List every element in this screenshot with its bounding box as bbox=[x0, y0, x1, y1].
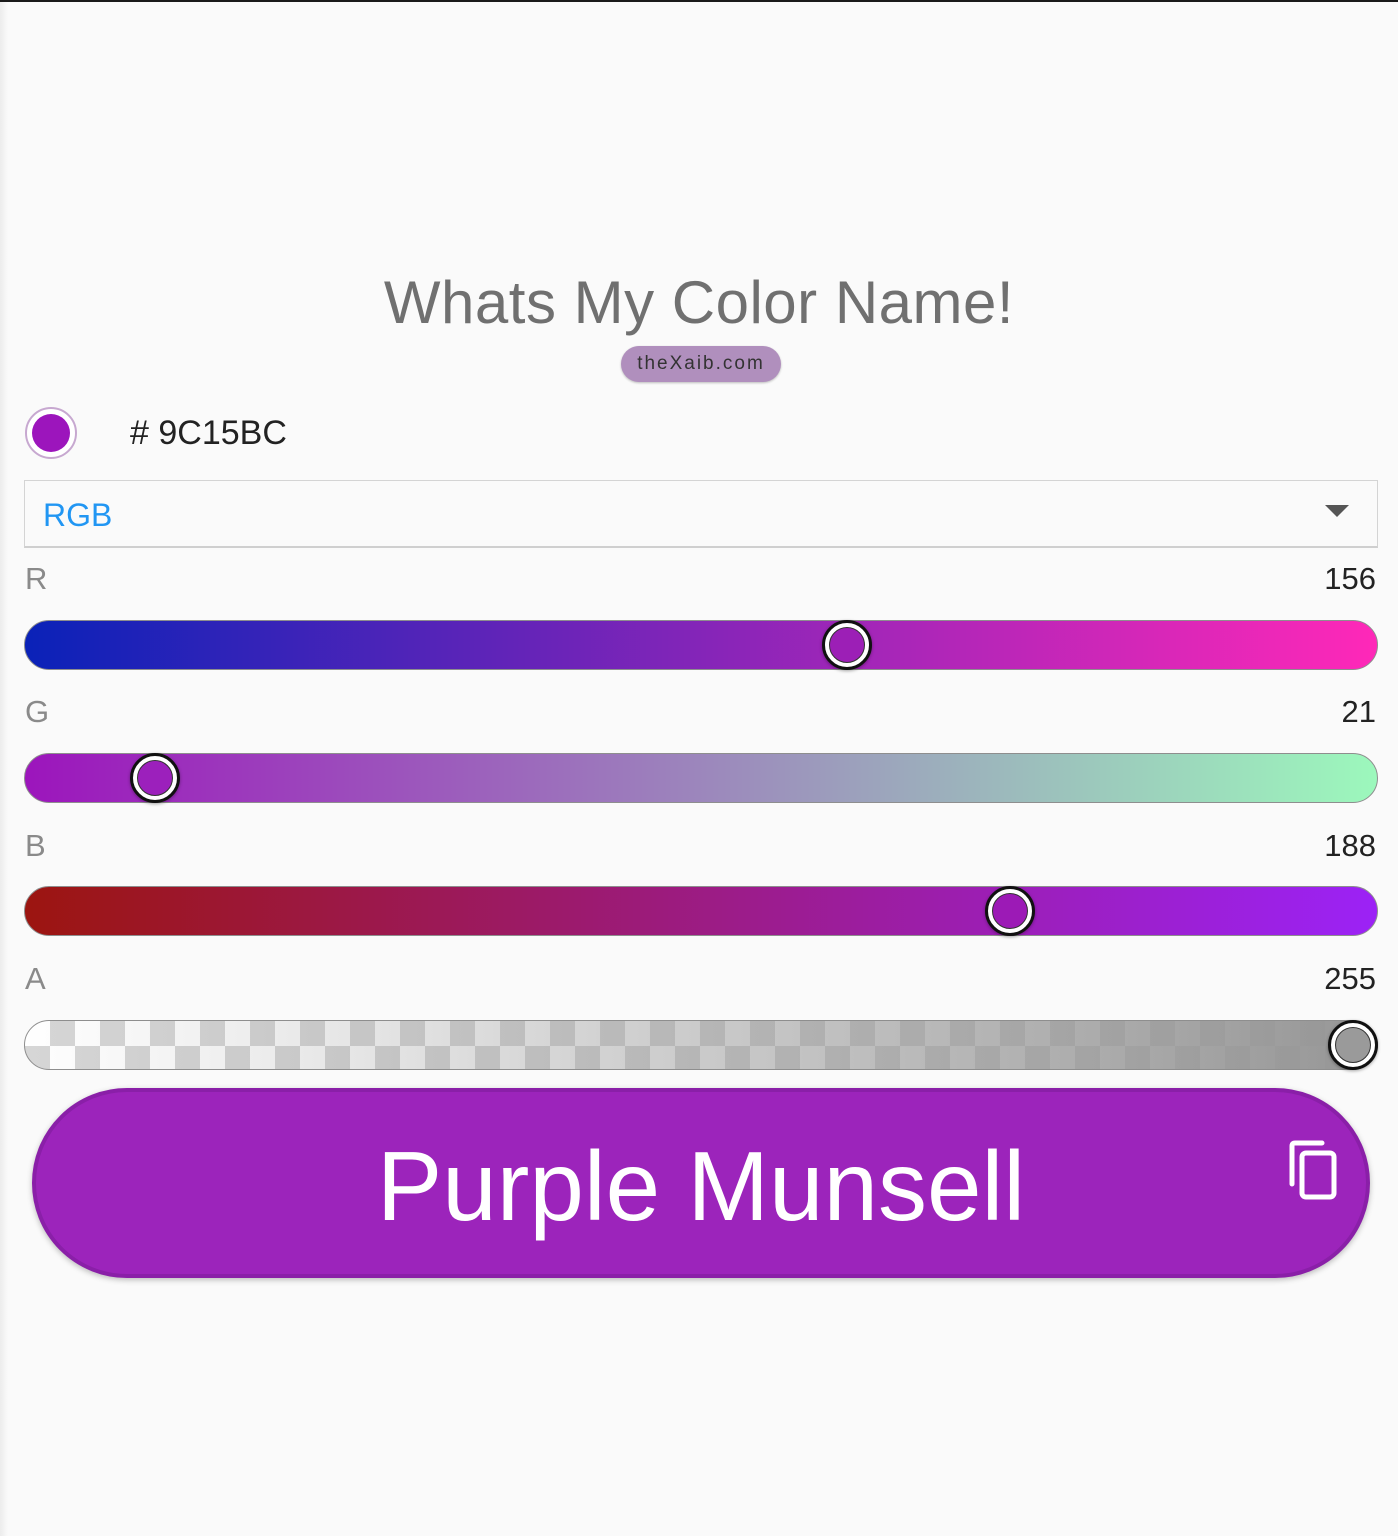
color-mode-value: RGB bbox=[43, 497, 113, 533]
page-title: Whats My Color Name! bbox=[383, 269, 1015, 336]
channel-g-slider[interactable] bbox=[24, 752, 1378, 803]
top-border bbox=[0, 0, 1398, 2]
channel-g-value: 21 bbox=[1341, 694, 1376, 729]
color-swatch-fill bbox=[32, 414, 70, 452]
channel-r-value: 156 bbox=[1324, 561, 1376, 596]
channel-g-label: G bbox=[25, 694, 50, 729]
channel-r-slider-thumb[interactable] bbox=[821, 619, 872, 670]
channel-b-value: 188 bbox=[1324, 828, 1376, 863]
channel-a-value: 255 bbox=[1324, 961, 1376, 996]
channel-r-slider[interactable] bbox=[24, 619, 1378, 670]
channel-b-slider[interactable] bbox=[24, 885, 1378, 936]
channel-a-slider-thumb[interactable] bbox=[1327, 1019, 1378, 1070]
color-name-button[interactable]: Purple Munsell bbox=[32, 1088, 1370, 1278]
color-swatch[interactable] bbox=[25, 407, 77, 459]
chevron-down-icon bbox=[1325, 505, 1349, 517]
channel-b-slider-thumb[interactable] bbox=[984, 885, 1035, 936]
color-mode-dropdown[interactable]: RGB bbox=[24, 480, 1378, 548]
channel-a-slider[interactable] bbox=[24, 1019, 1378, 1070]
copy-icon[interactable] bbox=[1288, 1140, 1338, 1202]
channel-r-label: R bbox=[25, 561, 48, 596]
channel-a-label: A bbox=[25, 961, 46, 996]
channel-g-slider-thumb[interactable] bbox=[130, 752, 181, 803]
site-badge[interactable]: theXaib.com bbox=[621, 346, 781, 382]
channel-b-label: B bbox=[25, 828, 46, 863]
hex-value: # 9C15BC bbox=[130, 414, 287, 452]
color-name: Purple Munsell bbox=[376, 1131, 1026, 1241]
left-edge-shadow bbox=[0, 2, 8, 1536]
